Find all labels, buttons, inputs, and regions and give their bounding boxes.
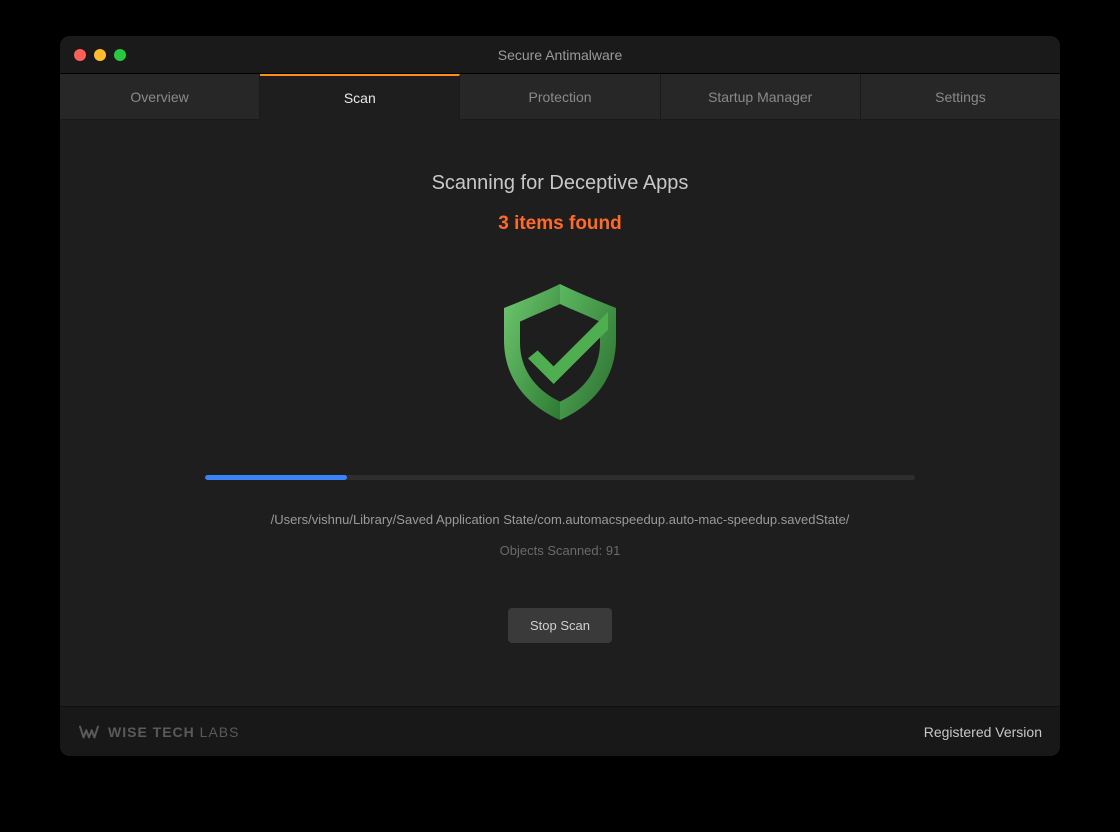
- tab-startup-manager[interactable]: Startup Manager: [661, 74, 861, 120]
- brand-light-text: LABS: [195, 724, 240, 740]
- titlebar: Secure Antimalware: [60, 36, 1060, 74]
- brand-mark-icon: [78, 723, 100, 741]
- tab-label: Scan: [344, 90, 376, 106]
- shield-check-icon: [475, 267, 645, 437]
- tab-label: Overview: [130, 89, 188, 105]
- tab-bar: Overview Scan Protection Startup Manager…: [60, 74, 1060, 120]
- footer: WISE TECH LABS Registered Version: [60, 706, 1060, 756]
- scan-panel: Scanning for Deceptive Apps 3 items foun…: [60, 120, 1060, 706]
- tab-label: Startup Manager: [708, 89, 812, 105]
- tab-protection[interactable]: Protection: [460, 74, 660, 120]
- scan-current-path: /Users/vishnu/Library/Saved Application …: [271, 512, 850, 527]
- scan-progress-fill: [205, 475, 347, 480]
- brand-logo: WISE TECH LABS: [78, 723, 239, 741]
- items-found-label: 3 items found: [498, 213, 622, 235]
- stop-scan-button[interactable]: Stop Scan: [508, 608, 612, 643]
- objects-scanned-label: Objects Scanned: 91: [500, 543, 621, 558]
- version-label: Registered Version: [924, 724, 1042, 740]
- traffic-lights: [60, 49, 126, 61]
- maximize-window-button[interactable]: [114, 49, 126, 61]
- window-title: Secure Antimalware: [60, 47, 1060, 63]
- scan-progress-bar: [205, 475, 915, 480]
- tab-settings[interactable]: Settings: [861, 74, 1060, 120]
- minimize-window-button[interactable]: [94, 49, 106, 61]
- close-window-button[interactable]: [74, 49, 86, 61]
- brand-strong-text: WISE TECH: [108, 724, 195, 740]
- app-window: Secure Antimalware Overview Scan Protect…: [60, 36, 1060, 756]
- tab-overview[interactable]: Overview: [60, 74, 260, 120]
- tab-scan[interactable]: Scan: [260, 74, 460, 120]
- tab-label: Protection: [528, 89, 591, 105]
- scan-heading: Scanning for Deceptive Apps: [432, 172, 689, 195]
- tab-label: Settings: [935, 89, 986, 105]
